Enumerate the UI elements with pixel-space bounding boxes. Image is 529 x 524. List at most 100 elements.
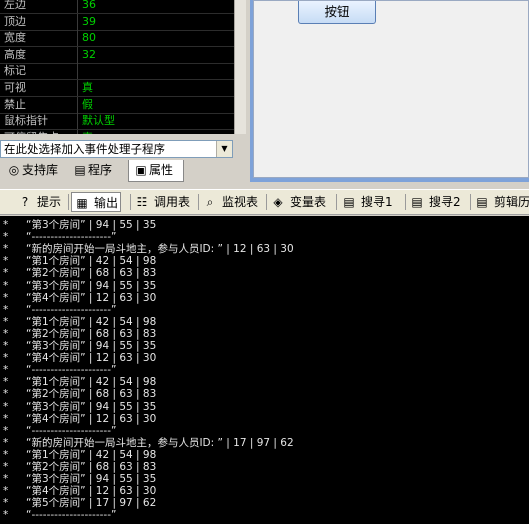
property-value[interactable]: 假 bbox=[82, 97, 93, 113]
console-line-marker: * bbox=[3, 376, 9, 389]
console-line: * “---------------------” bbox=[0, 364, 529, 376]
property-row[interactable]: 标记 bbox=[0, 63, 234, 81]
console-line-text: “第1个房间” | 42 | 54 | 98 bbox=[26, 315, 157, 328]
variable-icon: ◈ bbox=[273, 195, 283, 209]
tab-label: 程序 bbox=[88, 163, 113, 177]
console-line: * “新的房间开始一局斗地主，参与人员ID: ” | 12 | 63 | 30 bbox=[0, 243, 529, 255]
console-line-marker: * bbox=[3, 219, 9, 231]
tab-program[interactable]: ▤ 程序 bbox=[68, 160, 126, 180]
console-line-marker: * bbox=[3, 231, 9, 244]
console-line-marker: * bbox=[3, 412, 9, 425]
property-row[interactable]: 左边 36 bbox=[0, 0, 234, 14]
property-name: 可视 bbox=[0, 80, 78, 96]
property-grid[interactable]: 左边36顶边39宽度80高度32标记可视真禁止假鼠标指针默认型可停留焦点真 bbox=[0, 0, 234, 134]
console-line: * “---------------------” bbox=[0, 509, 529, 521]
watch-icon: ⌕ bbox=[206, 195, 214, 209]
tab-label: 提示 bbox=[37, 195, 62, 209]
form-designer-area: 按钮 bbox=[246, 0, 529, 186]
tab-search2[interactable]: ▤ 搜寻2 bbox=[407, 192, 463, 212]
console-line: * “第1个房间” | 42 | 54 | 98 bbox=[0, 376, 529, 388]
console-line-text: “新的房间开始一局斗地主，参与人员ID: ” | 17 | 97 | 62 bbox=[26, 436, 294, 449]
console-line: * “第4个房间” | 12 | 63 | 30 bbox=[0, 352, 529, 364]
chevron-down-icon[interactable]: ▼ bbox=[216, 141, 232, 157]
property-value[interactable]: 39 bbox=[82, 14, 96, 30]
property-row[interactable]: 可视真 bbox=[0, 80, 234, 97]
console-line: * “第3个房间” | 94 | 55 | 35 bbox=[0, 280, 529, 292]
event-handler-select[interactable]: 在此处选择加入事件处理子程序 ▼ bbox=[0, 140, 233, 158]
tab-label: 调用表 bbox=[154, 195, 191, 209]
console-line-text: “第2个房间” | 68 | 63 | 83 bbox=[26, 267, 157, 280]
tab-call-stack[interactable]: ☷ 调用表 bbox=[132, 192, 192, 212]
console-line-marker: * bbox=[3, 352, 9, 365]
console-line-text: “新的房间开始一局斗地主，参与人员ID: ” | 12 | 63 | 30 bbox=[26, 243, 294, 256]
console-line-text: “第4个房间” | 12 | 63 | 30 bbox=[26, 412, 157, 425]
console-line-text: “第3个房间” | 94 | 55 | 35 bbox=[26, 219, 157, 231]
property-name: 标记 bbox=[0, 63, 78, 80]
tab-properties[interactable]: ▣ 属性 bbox=[128, 160, 184, 182]
console-line-text: “---------------------” bbox=[26, 231, 117, 244]
property-value[interactable]: 32 bbox=[82, 47, 96, 63]
tab-watch[interactable]: ⌕ 监视表 bbox=[200, 192, 260, 212]
tab-label: 搜寻2 bbox=[429, 195, 461, 209]
property-row[interactable]: 高度 32 bbox=[0, 46, 234, 64]
tab-search1[interactable]: ▤ 搜寻1 bbox=[339, 192, 395, 212]
property-row[interactable]: 可停留焦点真 bbox=[0, 129, 234, 134]
clipboard-icon: ▤ bbox=[476, 195, 488, 209]
tab-output[interactable]: ▦ 输出 bbox=[71, 192, 122, 212]
tab-clipboard-history[interactable]: ▤ 剪辑历 bbox=[472, 192, 529, 212]
property-value[interactable]: 真 bbox=[82, 130, 93, 134]
console-line-marker: * bbox=[3, 400, 9, 413]
search2-icon: ▤ bbox=[411, 195, 423, 209]
output-console[interactable]: * “第3个房间” | 94 | 55 | 35 * “---------------… bbox=[0, 216, 529, 524]
tab-label: 剪辑历 bbox=[494, 195, 529, 209]
console-line: * “第3个房间” | 94 | 55 | 35 bbox=[0, 401, 529, 413]
console-line-text: “第3个房间” | 94 | 55 | 35 bbox=[26, 279, 157, 292]
output-panel-tabs: ? 提示 ▦ 输出 ☷ 调用表 ⌕ 监视表 ◈ 变量表 ▤ 搜寻1 ▤ 搜寻2 ▤ 剪辑历 bbox=[0, 189, 529, 215]
console-line-text: “第3个房间” | 94 | 55 | 35 bbox=[26, 340, 157, 352]
property-value[interactable]: 默认型 bbox=[82, 113, 115, 129]
console-line-marker: * bbox=[3, 279, 9, 292]
console-line: * “第4个房间” | 12 | 63 | 30 bbox=[0, 413, 529, 425]
console-line-marker: * bbox=[3, 303, 9, 316]
console-line-text: “第2个房间” | 68 | 63 | 83 bbox=[26, 461, 157, 473]
property-row[interactable]: 顶边 39 bbox=[0, 13, 234, 31]
property-value[interactable]: 真 bbox=[82, 80, 93, 96]
property-value[interactable]: 80 bbox=[82, 30, 96, 46]
output-icon: ▦ bbox=[76, 196, 88, 210]
tab-hint[interactable]: ? 提示 bbox=[15, 192, 63, 212]
call-stack-icon: ☷ bbox=[136, 195, 148, 209]
console-line: * “第5个房间” | 17 | 97 | 62 bbox=[0, 497, 529, 509]
console-line-text: “第2个房间” | 68 | 63 | 83 bbox=[26, 327, 157, 340]
console-line: * “第2个房间” | 68 | 63 | 83 bbox=[0, 267, 529, 279]
design-button[interactable]: 按钮 bbox=[298, 1, 376, 24]
property-row[interactable]: 禁止假 bbox=[0, 96, 234, 114]
console-line-text: “---------------------” bbox=[26, 303, 117, 316]
console-line-text: “---------------------” bbox=[26, 364, 117, 377]
property-name: 宽度 bbox=[0, 30, 78, 47]
console-line-marker: * bbox=[3, 327, 9, 340]
tab-label: 属性 bbox=[149, 163, 174, 177]
tab-support-library[interactable]: ◎ 支持库 bbox=[2, 160, 66, 180]
property-row[interactable]: 宽度 80 bbox=[0, 30, 234, 48]
tab-variables[interactable]: ◈ 变量表 bbox=[268, 192, 328, 212]
left-panel-tabs: ◎ 支持库 ▤ 程序 ▣ 属性 bbox=[0, 160, 246, 182]
tab-label: 搜寻1 bbox=[361, 195, 393, 209]
tab-label: 输出 bbox=[94, 196, 119, 210]
console-line: * “---------------------” bbox=[0, 304, 529, 316]
console-line-marker: * bbox=[3, 448, 9, 461]
design-window: 按钮 bbox=[250, 0, 529, 182]
property-value[interactable]: 36 bbox=[82, 0, 96, 13]
console-line-text: “第4个房间” | 12 | 63 | 30 bbox=[26, 485, 157, 498]
design-window-client[interactable]: 按钮 bbox=[253, 0, 529, 178]
property-grid-scrollbar[interactable] bbox=[234, 0, 246, 134]
console-line-marker: * bbox=[3, 509, 9, 522]
property-name: 可停留焦点 bbox=[0, 129, 78, 134]
console-line-text: “第1个房间” | 42 | 54 | 98 bbox=[26, 255, 157, 268]
console-line: * “第3个房间” | 94 | 55 | 35 bbox=[0, 473, 529, 485]
property-icon: ▣ bbox=[135, 163, 147, 177]
console-line-text: “第3个房间” | 94 | 55 | 35 bbox=[26, 473, 157, 486]
property-name: 禁止 bbox=[0, 96, 78, 113]
console-line-marker: * bbox=[3, 461, 9, 473]
property-row[interactable]: 鼠标指针 默认型 bbox=[0, 113, 234, 131]
console-line-marker: * bbox=[3, 255, 9, 268]
